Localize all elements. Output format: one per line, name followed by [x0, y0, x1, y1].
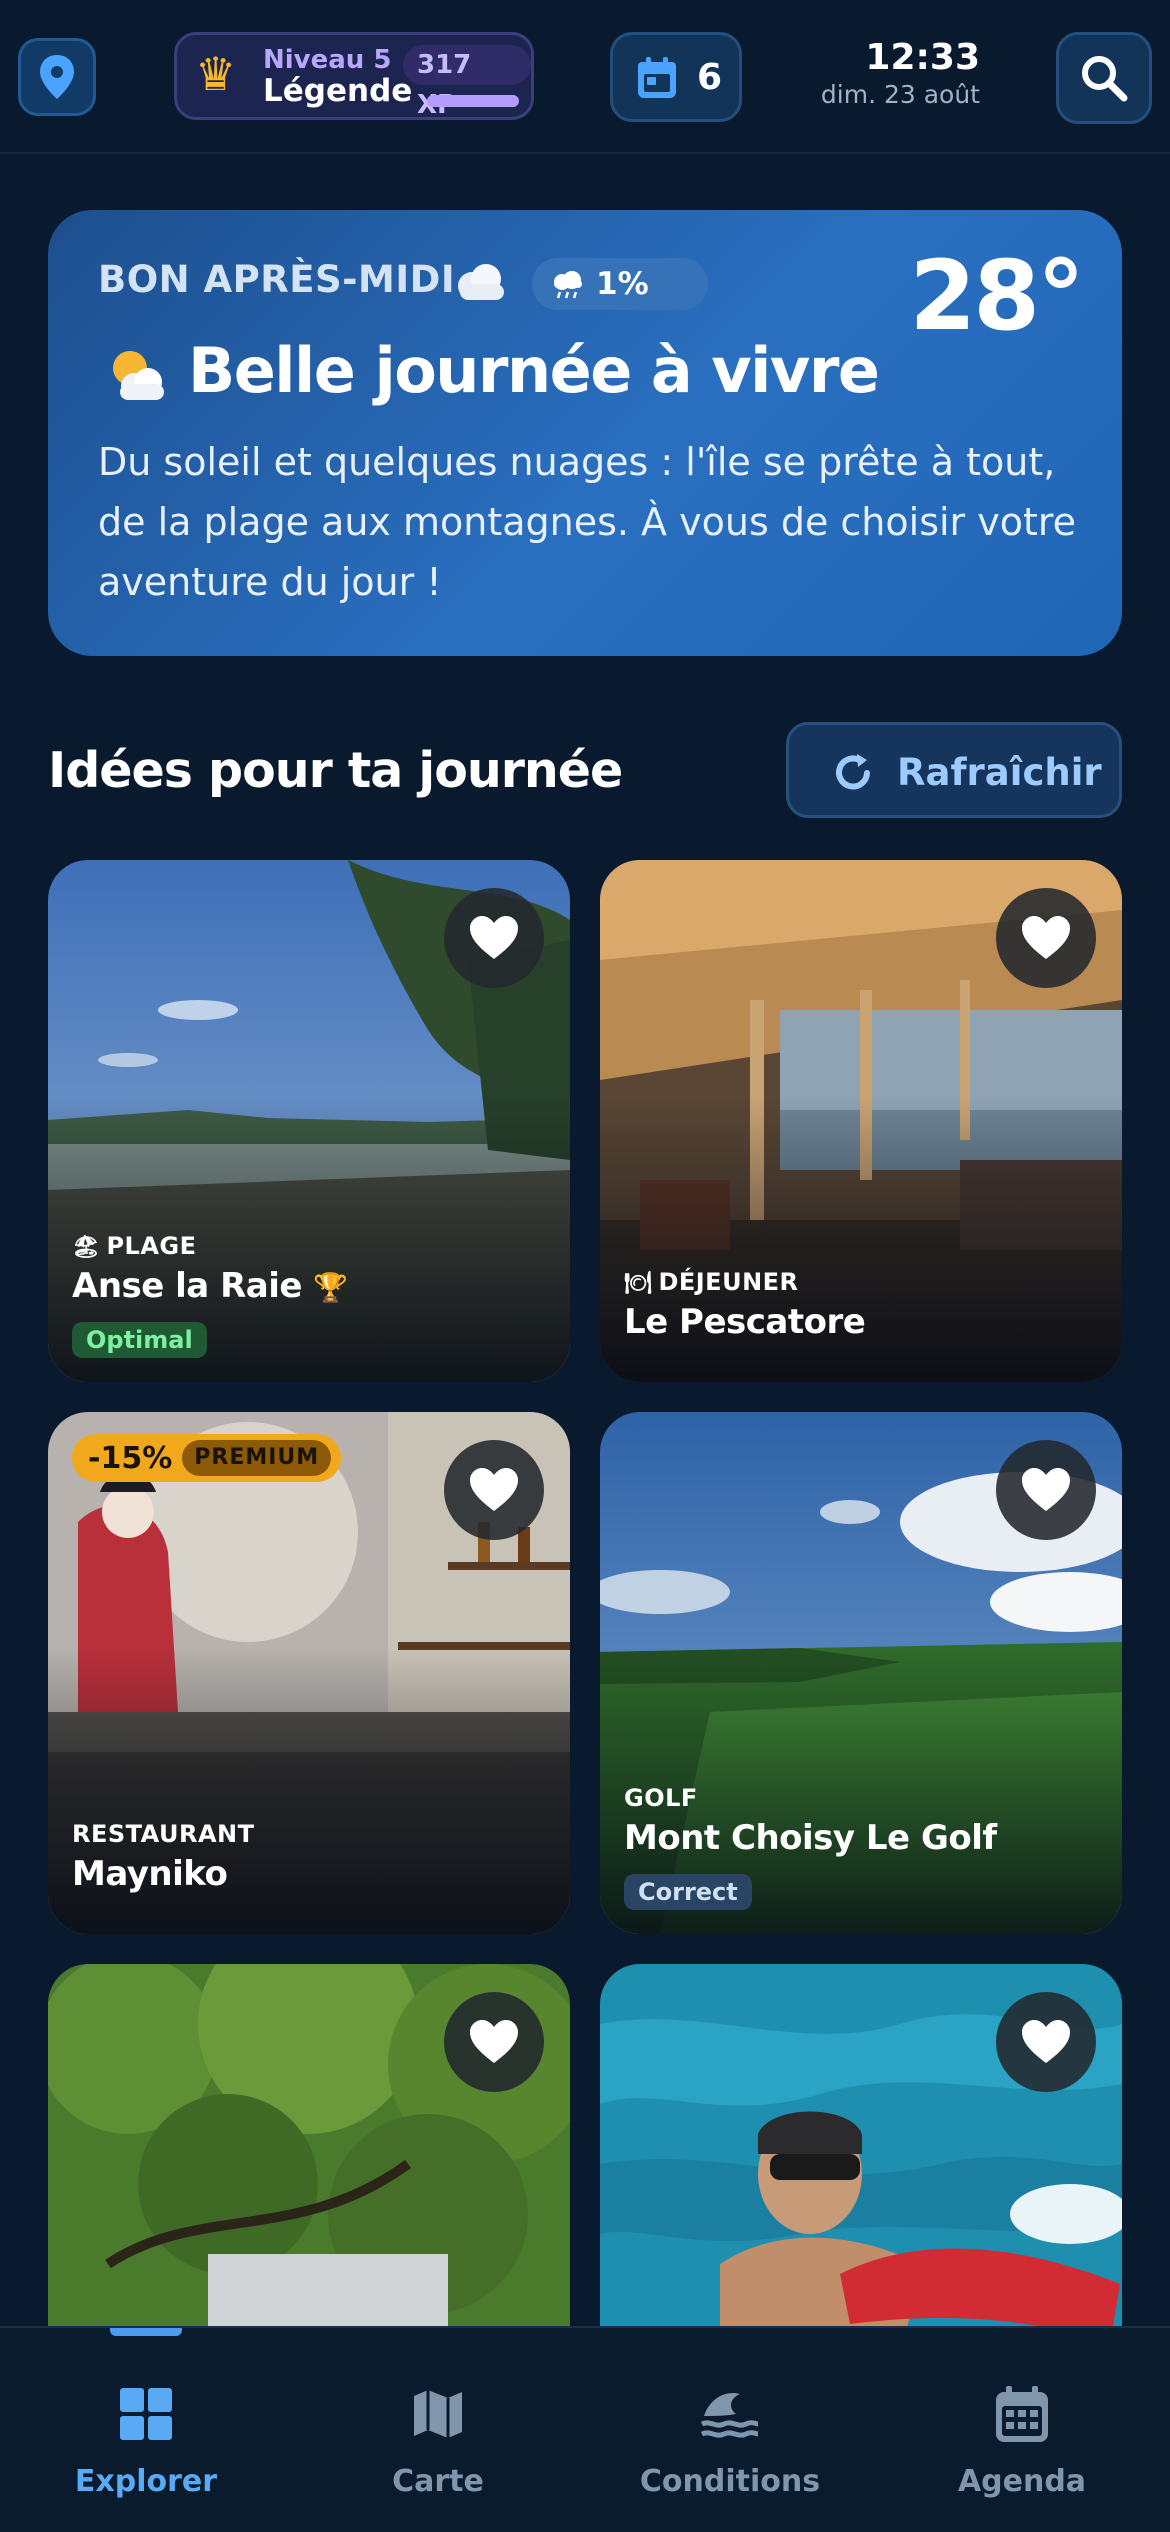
- bottom-navigation: Explorer Carte Conditions Agenda: [0, 2326, 1170, 2532]
- tab-label: Explorer: [74, 2464, 218, 2499]
- search-icon: [1082, 56, 1128, 102]
- heart-icon: [1022, 1468, 1070, 1511]
- sun-cloud-icon: [113, 351, 164, 400]
- idea-card-beach[interactable]: 🏖 PLAGE Anse la Raie 🏆 Optimal: [48, 860, 570, 1382]
- heart-icon: [470, 916, 518, 959]
- calendar-count: 6: [697, 57, 723, 98]
- heart-icon: [1022, 916, 1070, 959]
- tab-label: Carte: [392, 2464, 484, 2499]
- location-pin-icon: [40, 55, 74, 99]
- clock: 12:33 dim. 23 août: [800, 36, 980, 110]
- cloud-icon: [458, 264, 504, 300]
- tab-label: Conditions: [639, 2464, 821, 2499]
- rain-chance-value: 1%: [596, 266, 649, 302]
- weather-description: Du soleil et quelques nuages : l'île se …: [98, 440, 1077, 604]
- refresh-label: Rafraîchir: [897, 751, 1102, 794]
- favorite-button[interactable]: [996, 1992, 1096, 2092]
- rain-cloud-icon: [554, 271, 582, 299]
- favorite-button[interactable]: [996, 1440, 1096, 1540]
- condition-badge: Correct: [624, 1874, 752, 1910]
- plate-icon: 🍽: [624, 1271, 653, 1296]
- map-icon: [414, 2390, 462, 2438]
- heart-icon: [470, 2020, 518, 2063]
- favorite-button[interactable]: [996, 888, 1096, 988]
- calendar-icon: [996, 2386, 1048, 2442]
- tab-agenda[interactable]: Agenda: [922, 2382, 1122, 2499]
- refresh-icon: [836, 754, 870, 790]
- xp-value: 317 XP: [403, 45, 531, 120]
- card-category: 🍽 DÉJEUNER: [624, 1268, 799, 1296]
- level-label: Niveau 5: [263, 45, 392, 75]
- card-name: Mont Choisy Le Golf: [624, 1818, 997, 1858]
- card-name: Anse la Raie 🏆: [72, 1266, 348, 1306]
- card-category: GOLF: [624, 1784, 698, 1812]
- idea-card-restaurant[interactable]: -15% PREMIUM RESTAURANT Mayniko: [48, 1412, 570, 1934]
- trophy-icon: 🏆: [313, 1271, 348, 1304]
- weather-card[interactable]: BON APRÈS-MIDI 1% 28° Belle journée à vi…: [48, 210, 1122, 656]
- wave-icon: [700, 2392, 759, 2438]
- crown-icon: ♛: [195, 47, 237, 101]
- card-category: RESTAURANT: [72, 1820, 255, 1848]
- tab-explorer[interactable]: Explorer: [46, 2382, 246, 2499]
- clock-date: dim. 23 août: [820, 80, 980, 109]
- premium-tag: PREMIUM: [182, 1440, 332, 1476]
- refresh-button[interactable]: Rafraîchir: [786, 722, 1122, 818]
- favorite-button[interactable]: [444, 1992, 544, 2092]
- favorite-button[interactable]: [444, 888, 544, 988]
- top-bar: ♛ Niveau 5 Légende 317 XP 6 12:33 dim. 2…: [0, 0, 1170, 154]
- card-name: Mayniko: [72, 1854, 228, 1894]
- rank-label: Légende: [263, 73, 413, 109]
- rain-chance-badge: 1%: [532, 258, 708, 310]
- card-category: 🏖 PLAGE: [72, 1232, 197, 1260]
- idea-card-lunch[interactable]: 🍽 DÉJEUNER Le Pescatore: [600, 860, 1122, 1382]
- temperature: 28°: [909, 240, 1085, 352]
- idea-card-golf[interactable]: GOLF Mont Choisy Le Golf Correct: [600, 1412, 1122, 1934]
- weather-title: Belle journée à vivre: [188, 334, 880, 407]
- heart-icon: [1022, 2020, 1070, 2063]
- tab-label: Agenda: [957, 2464, 1087, 2499]
- card-name: Le Pescatore: [624, 1302, 866, 1342]
- xp-progress-bar: [427, 95, 519, 107]
- greeting: BON APRÈS-MIDI: [98, 258, 456, 301]
- active-tab-indicator: [110, 2328, 182, 2336]
- tab-map[interactable]: Carte: [338, 2382, 538, 2499]
- calendar-events-button[interactable]: 6: [610, 32, 742, 122]
- grid-icon: [120, 2388, 172, 2440]
- level-badge[interactable]: ♛ Niveau 5 Légende 317 XP: [174, 32, 534, 120]
- beach-umbrella-icon: 🏖: [72, 1235, 101, 1260]
- clock-time: 12:33: [865, 37, 980, 78]
- promo-discount: -15%: [88, 1440, 173, 1476]
- tab-conditions[interactable]: Conditions: [630, 2382, 830, 2499]
- promo-badge: -15% PREMIUM: [72, 1434, 342, 1482]
- ideas-section-title: Idées pour ta journée: [48, 742, 623, 799]
- location-button[interactable]: [18, 38, 96, 116]
- search-button[interactable]: [1056, 32, 1152, 124]
- favorite-button[interactable]: [444, 1440, 544, 1540]
- condition-badge: Optimal: [72, 1322, 207, 1358]
- calendar-icon: [638, 57, 676, 98]
- heart-icon: [470, 1468, 518, 1511]
